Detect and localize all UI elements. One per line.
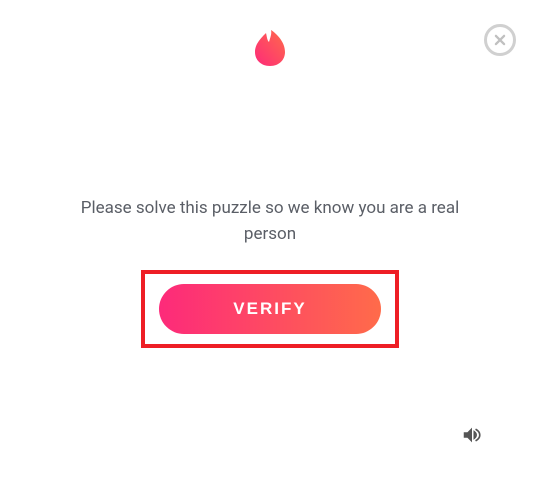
verify-highlight-box: VERIFY xyxy=(141,270,399,348)
flame-icon xyxy=(255,30,285,66)
close-icon xyxy=(493,33,507,47)
brand-logo xyxy=(255,30,285,66)
verify-button-label: VERIFY xyxy=(233,299,306,319)
speaker-icon xyxy=(461,424,483,446)
instruction-text: Please solve this puzzle so we know you … xyxy=(0,195,540,248)
audio-button[interactable] xyxy=(460,423,484,447)
verify-button[interactable]: VERIFY xyxy=(159,284,381,334)
close-button[interactable] xyxy=(484,24,516,56)
